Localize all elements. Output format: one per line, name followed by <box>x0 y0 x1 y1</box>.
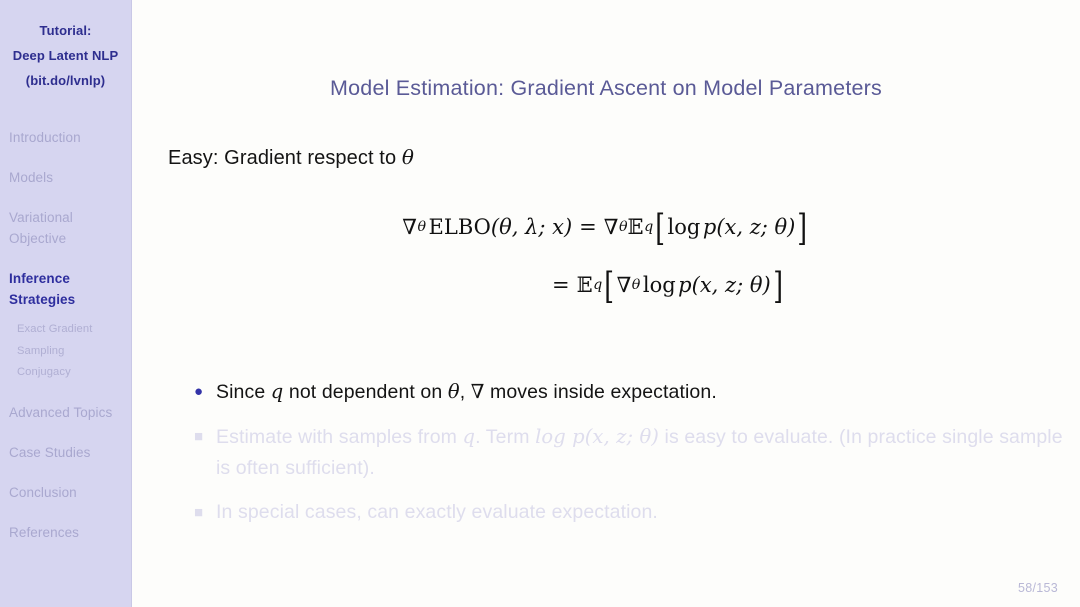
rhs-nabla-subscript: θ <box>618 219 628 235</box>
bullet-2-math-logp: log p(x, z; θ) <box>535 425 659 448</box>
bracket-open-2: [ <box>604 263 615 307</box>
sidebar-title-line-3[interactable]: (bit.do/lvnlp) <box>0 68 131 93</box>
bullet-2-part-1: Estimate with samples from <box>216 426 463 448</box>
sidebar-title-line-1: Tutorial: <box>39 23 92 38</box>
sidebar: Tutorial: Deep Latent NLP (bit.do/lvnlp)… <box>0 0 132 607</box>
bullet-1-math-q: q <box>270 380 284 403</box>
nabla-symbol-2: ∇ <box>616 273 632 297</box>
bullet-1-math-theta: θ <box>447 380 460 403</box>
sidebar-item-variational-objective[interactable]: Variational Objective <box>9 207 131 249</box>
expectation-symbol: 𝔼 <box>627 215 644 239</box>
bullet-marker-icon-2: ■ <box>194 428 204 445</box>
bullet-1-part-1: Since <box>216 381 271 403</box>
bullet-2-math-q: q <box>462 425 476 448</box>
lead-statement-text: Easy: Gradient respect to <box>168 147 402 169</box>
lead-statement-theta: θ <box>401 145 414 169</box>
bracket-open: [ <box>655 205 666 249</box>
expectation-subscript-2: q <box>593 277 603 293</box>
sidebar-item-advanced-topics[interactable]: Advanced Topics <box>9 402 131 423</box>
sidebar-subitems: Exact Gradient Sampling Conjugacy <box>9 319 131 384</box>
bullet-text-3: In special cases, can exactly evaluate e… <box>216 501 658 523</box>
sidebar-item-models[interactable]: Models <box>9 167 131 188</box>
sidebar-item-conclusion[interactable]: Conclusion <box>9 482 131 503</box>
bracket-close-2: ] <box>772 263 783 307</box>
bullet-1-math-nabla: ∇ <box>470 380 485 403</box>
slide: Tutorial: Deep Latent NLP (bit.do/lvnlp)… <box>0 0 1080 607</box>
equals-sign-2: = <box>551 273 570 297</box>
equation-block: ∇ θ ELBO (θ, λ; x) = ∇ θ 𝔼q[log p (x, z; θ)] = 𝔼q[… <box>132 198 1080 314</box>
elbo-name: ELBO <box>428 215 491 239</box>
density-args-2: (x, z; θ) <box>691 273 771 297</box>
density-args: (x, z; θ) <box>716 215 796 239</box>
equals-sign: = <box>579 215 597 239</box>
sidebar-item-case-studies[interactable]: Case Studies <box>9 442 131 463</box>
sidebar-title-line-2: Deep Latent NLP <box>12 48 119 63</box>
sidebar-item-inference-strategies[interactable]: Inference Strategies <box>9 268 131 310</box>
page-number: 58/153 <box>1017 581 1058 595</box>
density-p-2: p <box>678 273 692 297</box>
expectation-symbol-2: 𝔼 <box>576 273 593 297</box>
nabla-subscript-2: θ <box>631 277 641 293</box>
page-title: Model Estimation: Gradient Ascent on Mod… <box>330 76 882 100</box>
expectation-subscript: q <box>644 219 654 235</box>
log-operator-2: log <box>642 273 676 297</box>
rhs-nabla-symbol: ∇ <box>603 215 619 239</box>
sidebar-item-references[interactable]: References <box>9 522 131 543</box>
sidebar-header: Tutorial: Deep Latent NLP (bit.do/lvnlp) <box>0 0 131 93</box>
bullet-item-3: ■ In special cases, can exactly evaluate… <box>194 497 1074 528</box>
lead-statement: Easy: Gradient respect to θ <box>168 145 414 170</box>
bullet-list: ● Since q not dependent on θ, ∇ moves in… <box>194 376 1074 541</box>
bullet-1-part-4: moves inside expectation. <box>484 381 717 403</box>
sidebar-nav: Introduction Models Variational Objectiv… <box>0 127 131 543</box>
equation-line-1: ∇ θ ELBO (θ, λ; x) = ∇ θ 𝔼q[log p (x, z; θ)] <box>132 198 1080 256</box>
bullet-1-part-2: not dependent on <box>283 381 448 403</box>
nabla-subscript: θ <box>417 219 427 235</box>
bullet-item-1: ● Since q not dependent on θ, ∇ moves in… <box>194 376 1074 408</box>
sidebar-subitem-sampling[interactable]: Sampling <box>9 341 131 363</box>
elbo-args: (θ, λ; x) <box>490 215 573 239</box>
bullet-text-2: Estimate with samples from q. Term log p… <box>216 421 1074 484</box>
log-operator: log <box>667 215 701 239</box>
equation-line-2: = 𝔼q[∇ θ log p (x, z; θ)] <box>132 256 1080 314</box>
bullet-item-2: ■ Estimate with samples from q. Term log… <box>194 421 1074 484</box>
bullet-2-part-2: . Term <box>475 426 536 448</box>
sidebar-subitem-conjugacy[interactable]: Conjugacy <box>9 362 131 384</box>
sidebar-item-introduction[interactable]: Introduction <box>9 127 131 148</box>
bullet-text-1: Since q not dependent on θ, ∇ moves insi… <box>216 376 1074 408</box>
nabla-symbol: ∇ <box>402 215 417 239</box>
bullet-marker-icon: ● <box>194 383 204 400</box>
slide-content: Model Estimation: Gradient Ascent on Mod… <box>132 0 1080 607</box>
density-p: p <box>702 215 717 239</box>
bullet-marker-icon-3: ■ <box>194 504 204 521</box>
bullet-1-part-3: , <box>459 381 471 403</box>
sidebar-subitem-exact-gradient[interactable]: Exact Gradient <box>9 319 131 341</box>
bracket-close: ] <box>797 205 808 249</box>
